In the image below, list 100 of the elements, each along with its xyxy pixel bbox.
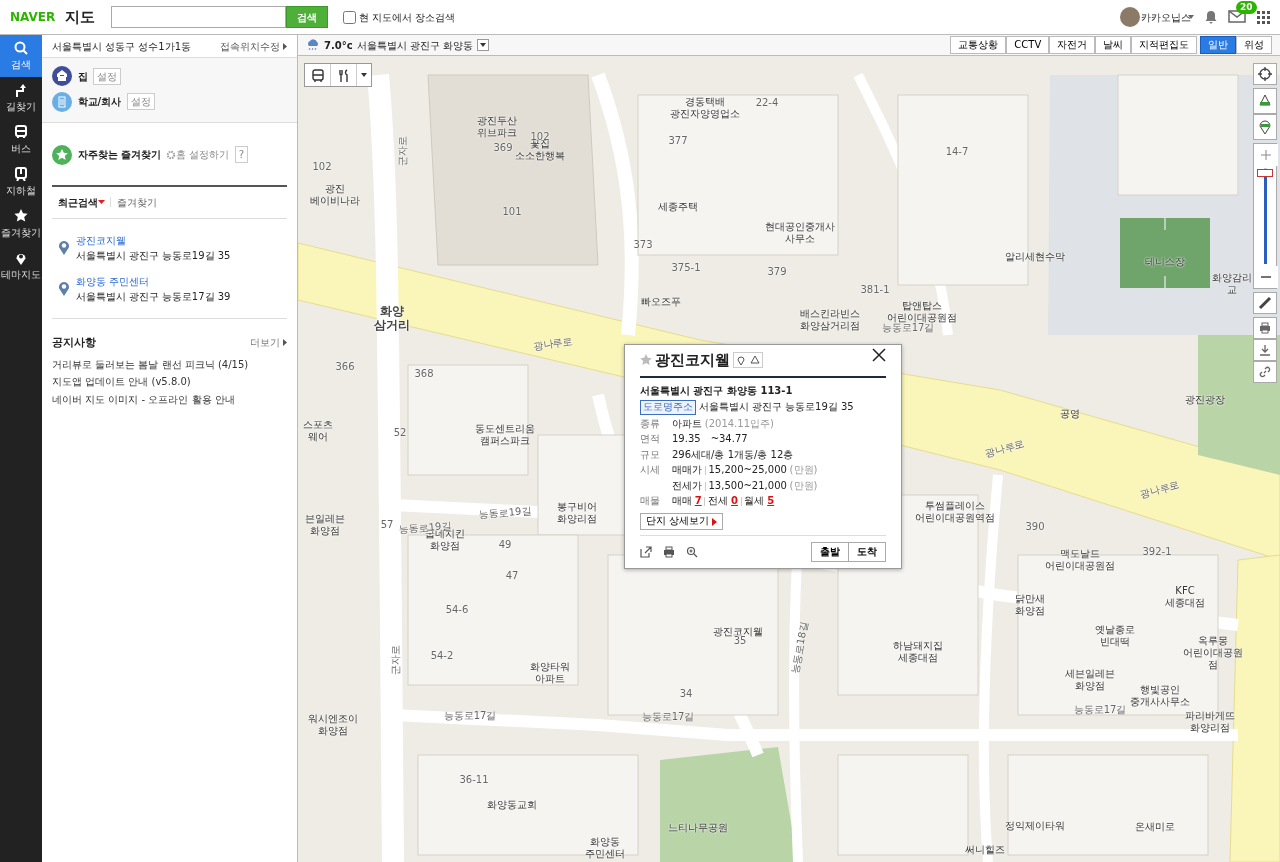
recent-place-link[interactable]: 화양동 주민센터 bbox=[75, 273, 231, 289]
place-label[interactable]: 세븐일레븐 화양점 bbox=[1065, 668, 1115, 692]
list-tab[interactable]: 최근검색 bbox=[58, 194, 98, 210]
bell-icon[interactable] bbox=[1205, 10, 1217, 24]
place-label[interactable]: 광진코지웰 bbox=[713, 626, 763, 638]
zoom-in-icon[interactable] bbox=[686, 546, 698, 558]
place-label[interactable]: 광진 베이비나라 bbox=[310, 183, 360, 207]
home-setting-link[interactable]: 홈 설정하기 bbox=[176, 147, 230, 162]
favorites-title[interactable]: 자주찾는 즐겨찾기 bbox=[77, 147, 161, 162]
help-button[interactable]: ? bbox=[234, 146, 248, 163]
place-label[interactable]: 동도센트리움 캠퍼스파크 bbox=[475, 423, 535, 447]
place-label[interactable]: 워시엔조이 화양점 bbox=[308, 713, 358, 737]
place-label[interactable]: 꽃집 소소한행복 bbox=[515, 138, 565, 162]
place-label[interactable]: 파리바게뜨 화양리점 bbox=[1185, 710, 1235, 734]
zoom-handle[interactable] bbox=[1257, 168, 1273, 177]
listing-count-link[interactable]: 5 bbox=[767, 495, 775, 508]
recent-place-link[interactable]: 광진코지웰 bbox=[75, 232, 231, 248]
place-label[interactable]: 세종주택 bbox=[658, 201, 698, 213]
list-tab[interactable]: 즐겨찾기 bbox=[116, 194, 157, 210]
place-label[interactable]: 탑앤탑스 어린이대공원점 bbox=[887, 300, 957, 324]
star-icon[interactable] bbox=[640, 354, 652, 367]
street-view-button[interactable] bbox=[1253, 88, 1277, 114]
close-icon[interactable] bbox=[872, 348, 886, 363]
place-label[interactable]: 화양동교회 bbox=[487, 799, 537, 811]
dropdown-button[interactable] bbox=[477, 39, 489, 51]
share-link-button[interactable] bbox=[1253, 361, 1277, 383]
layer-toggle[interactable]: 교통상황 bbox=[950, 36, 1007, 54]
place-label[interactable]: 스포츠 웨어 bbox=[303, 419, 333, 443]
zoom-slider[interactable] bbox=[1263, 168, 1267, 264]
printer-icon[interactable] bbox=[663, 546, 675, 558]
print-button[interactable] bbox=[1253, 317, 1277, 339]
mail-icon[interactable] bbox=[1228, 10, 1246, 24]
layer-toggle[interactable]: 일반 bbox=[1200, 36, 1236, 54]
place-label[interactable]: 옛날종로 빈대떡 bbox=[1095, 624, 1135, 648]
more-link[interactable]: 더보기 bbox=[250, 335, 281, 351]
place-label[interactable]: 맥도날드 어린이대공원점 bbox=[1045, 548, 1115, 572]
place-label[interactable]: 느티나무공원 bbox=[668, 822, 728, 834]
apps-grid-icon[interactable] bbox=[1257, 10, 1270, 24]
nav-tab[interactable]: 길찾기 bbox=[0, 77, 42, 119]
place-label[interactable]: 닭만새 화양점 bbox=[1015, 593, 1045, 617]
listing-count-link[interactable]: 0 bbox=[730, 495, 738, 508]
place-label[interactable]: 투썸플레이스 어린이대공원역점 bbox=[915, 500, 995, 524]
lot-number: 379 bbox=[767, 266, 787, 278]
setting-button[interactable]: 설정 bbox=[126, 93, 155, 110]
place-label[interactable]: 학교/회사 bbox=[77, 94, 122, 109]
layer-toggle[interactable]: 자전거 bbox=[1049, 36, 1096, 54]
local-search-checkbox[interactable] bbox=[343, 10, 357, 24]
notice-link[interactable]: 네이버 지도 이미지 - 오프라인 활용 안내 bbox=[52, 392, 287, 407]
map-pin-button[interactable] bbox=[1253, 114, 1277, 140]
place-label[interactable]: 써니힐즈 bbox=[965, 844, 1005, 856]
place-label[interactable]: 현대공인중개사 사무소 bbox=[765, 221, 835, 245]
place-label[interactable]: 공영 bbox=[1060, 408, 1080, 420]
route-button[interactable]: 도착 bbox=[849, 541, 886, 563]
layer-toggle[interactable]: 지적편집도 bbox=[1131, 36, 1198, 54]
notice-link[interactable]: 지도앱 업데이트 안내 (v5.8.0) bbox=[52, 374, 287, 390]
avatar[interactable] bbox=[1120, 7, 1140, 27]
place-label[interactable]: 경동택배 광진자양영업소 bbox=[670, 96, 740, 120]
nav-tab[interactable]: 버스 bbox=[0, 119, 42, 161]
listing-count-link[interactable]: 7 bbox=[694, 495, 702, 508]
place-label[interactable]: 광진두산 위브파크 bbox=[477, 115, 517, 139]
place-label[interactable]: 정익제이타워 bbox=[1005, 820, 1065, 832]
place-label[interactable]: 하남돼지집 세종대점 bbox=[893, 640, 943, 664]
place-label[interactable]: 화양동 주민센터 bbox=[585, 836, 625, 860]
place-label[interactable]: 광진광장 bbox=[1185, 394, 1225, 406]
save-button[interactable] bbox=[1253, 339, 1277, 361]
measure-button[interactable] bbox=[1253, 292, 1277, 314]
star-circle-icon[interactable] bbox=[52, 144, 72, 165]
place-label[interactable]: 집 bbox=[77, 68, 88, 84]
place-label[interactable]: KFC 세종대점 bbox=[1165, 585, 1205, 609]
search-field[interactable] bbox=[110, 6, 286, 28]
layer-toggle[interactable]: CCTV bbox=[1006, 36, 1050, 54]
place-label[interactable]: 옥루몽 어린이대공원점 bbox=[1179, 635, 1247, 671]
nav-tab[interactable]: 테마지도 bbox=[0, 245, 42, 287]
detail-button[interactable]: 단지 상세보기 bbox=[640, 513, 723, 530]
local-search-label[interactable]: 현 지도에서 장소검색 bbox=[359, 9, 456, 25]
layer-toggle[interactable]: 위성 bbox=[1236, 36, 1272, 54]
current-location-button[interactable] bbox=[1253, 63, 1277, 85]
place-label[interactable]: 온새미로 bbox=[1135, 821, 1175, 833]
place-label[interactable]: 배스킨라빈스 화양삼거리점 bbox=[800, 308, 860, 332]
place-label[interactable]: 알리세현수막 bbox=[1005, 251, 1065, 263]
nav-tab[interactable]: 검색 bbox=[0, 35, 42, 77]
row-label: 규모 bbox=[640, 448, 661, 462]
place-label[interactable]: 봉구비어 화양리점 bbox=[557, 501, 597, 525]
share-icon[interactable] bbox=[640, 546, 652, 558]
nav-tab[interactable]: 즐겨찾기 bbox=[0, 203, 42, 245]
layer-toggle[interactable]: 날씨 bbox=[1095, 36, 1132, 54]
place-label[interactable]: 행빛공인 중개사사무소 bbox=[1130, 684, 1190, 708]
route-button[interactable]: 출발 bbox=[811, 541, 849, 563]
edit-location-link[interactable]: 접속위치수정 bbox=[220, 38, 281, 54]
place-label[interactable]: 화양감리교 bbox=[1208, 272, 1256, 296]
star-icon bbox=[14, 208, 28, 223]
setting-button[interactable]: 설정 bbox=[93, 67, 121, 85]
notice-link[interactable]: 거리뷰로 둘러보는 봄날 랜선 피크닉 (4/15) bbox=[52, 356, 287, 372]
place-label[interactable]: 븐일레븐 화양점 bbox=[305, 513, 345, 537]
user-name[interactable]: 카카오닙스 bbox=[1141, 9, 1191, 25]
caret-icon[interactable] bbox=[1188, 15, 1194, 19]
house-circle-icon[interactable] bbox=[52, 66, 72, 86]
nav-tab[interactable]: 지하철 bbox=[0, 161, 42, 203]
place-label[interactable]: 빠오즈푸 bbox=[641, 296, 681, 308]
place-label[interactable]: 화양타워 아파트 bbox=[530, 661, 570, 685]
